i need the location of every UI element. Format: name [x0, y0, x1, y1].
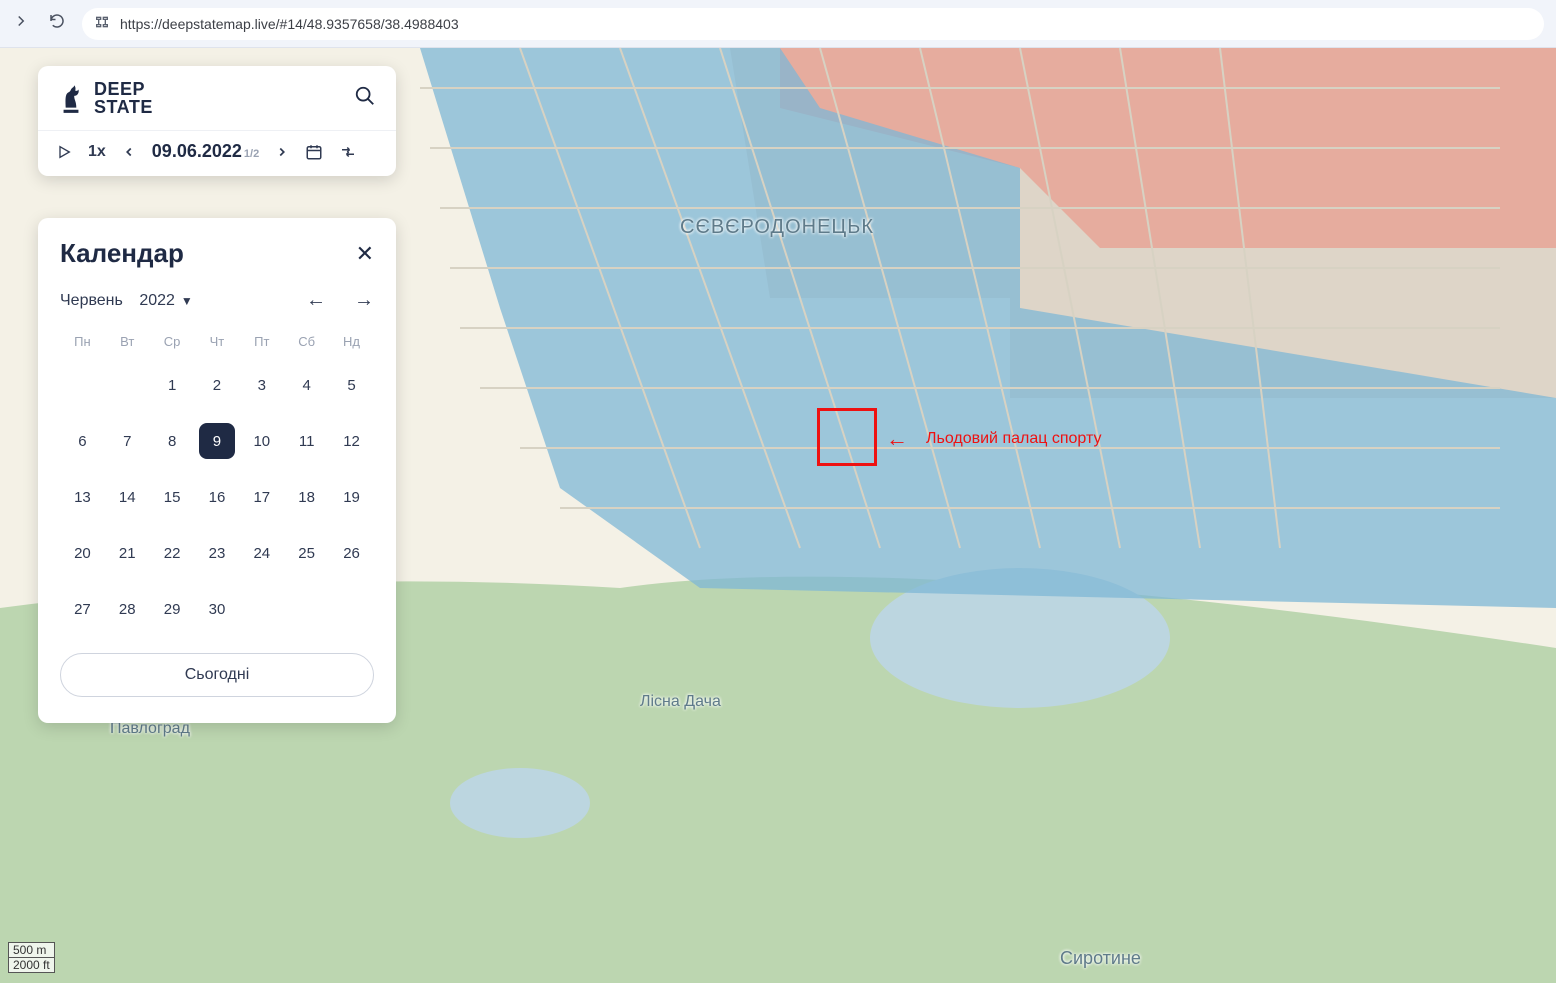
map-label-lisna-dacha: Лісна Дача [640, 693, 721, 711]
calendar-day[interactable]: 2 [195, 357, 240, 413]
playback-speed[interactable]: 1x [88, 143, 106, 161]
annotation-square [817, 408, 877, 466]
caret-down-icon: ▼ [181, 294, 193, 308]
forward-icon[interactable] [12, 12, 30, 35]
map-viewport[interactable]: СЄВЄРОДОНЕЦЬК Павлоград Лісна Дача Сирот… [0, 48, 1556, 983]
reload-icon[interactable] [48, 12, 66, 35]
toolbar-card: DEEP STATE 1x 09.06.20221/2 [38, 66, 396, 176]
current-date[interactable]: 09.06.20221/2 [152, 141, 259, 162]
calendar-title: Календар [60, 238, 184, 269]
weekday-header: Вт [105, 326, 150, 357]
weekday-header: Нд [329, 326, 374, 357]
calendar-day[interactable]: 5 [329, 357, 374, 413]
search-icon[interactable] [354, 85, 376, 112]
calendar-day[interactable]: 14 [105, 469, 150, 525]
weekday-header: Чт [195, 326, 240, 357]
next-date-button[interactable] [275, 145, 289, 159]
compare-button[interactable] [339, 143, 357, 161]
calendar-day[interactable]: 24 [239, 525, 284, 581]
calendar-day[interactable]: 29 [150, 581, 195, 637]
calendar-button[interactable] [305, 143, 323, 161]
map-label-syrotyne: Сиротине [1060, 948, 1141, 969]
today-button[interactable]: Сьогодні [60, 653, 374, 697]
annotation-arrow-icon: ← [886, 426, 908, 452]
url-text: https://deepstatemap.live/#14/48.9357658… [120, 16, 459, 32]
calendar-day[interactable]: 10 [239, 413, 284, 469]
calendar-day[interactable]: 8 [150, 413, 195, 469]
calendar-day[interactable]: 26 [329, 525, 374, 581]
url-bar[interactable]: https://deepstatemap.live/#14/48.9357658… [82, 8, 1544, 40]
play-button[interactable] [56, 144, 72, 160]
calendar-day[interactable]: 17 [239, 469, 284, 525]
calendar-month: Червень [60, 292, 123, 310]
calendar-day[interactable]: 23 [195, 525, 240, 581]
calendar-day[interactable]: 16 [195, 469, 240, 525]
brand-line1: DEEP [94, 80, 153, 98]
calendar-day[interactable]: 4 [284, 357, 329, 413]
close-icon[interactable]: ✕ [356, 241, 374, 267]
calendar-panel: Календар ✕ Червень 2022 ▼ ← → ПнВтСрЧтПт… [38, 218, 396, 723]
calendar-day[interactable]: 30 [195, 581, 240, 637]
calendar-day[interactable]: 7 [105, 413, 150, 469]
scale-metric: 500 m [8, 942, 55, 958]
calendar-day[interactable]: 28 [105, 581, 150, 637]
calendar-day[interactable]: 1 [150, 357, 195, 413]
calendar-day[interactable]: 3 [239, 357, 284, 413]
next-month-button[interactable]: → [354, 289, 374, 312]
scale-imperial: 2000 ft [8, 958, 55, 973]
weekday-header: Пн [60, 326, 105, 357]
prev-date-button[interactable] [122, 145, 136, 159]
month-year-picker[interactable]: Червень 2022 ▼ [60, 292, 193, 310]
site-settings-icon[interactable] [94, 14, 110, 33]
calendar-day[interactable]: 27 [60, 581, 105, 637]
scale-bar: 500 m 2000 ft [8, 942, 55, 973]
calendar-day[interactable]: 11 [284, 413, 329, 469]
calendar-day[interactable]: 9 [195, 413, 240, 469]
calendar-day[interactable]: 6 [60, 413, 105, 469]
calendar-grid: ПнВтСрЧтПтСбНд 1234567891011121314151617… [60, 326, 374, 637]
calendar-year: 2022 [139, 292, 175, 310]
map-label-city: СЄВЄРОДОНЕЦЬК [680, 216, 874, 239]
brand-logo[interactable]: DEEP STATE [58, 80, 153, 116]
calendar-day[interactable]: 18 [284, 469, 329, 525]
chess-knight-icon [58, 81, 84, 115]
calendar-day[interactable]: 21 [105, 525, 150, 581]
calendar-day[interactable]: 15 [150, 469, 195, 525]
weekday-header: Сб [284, 326, 329, 357]
calendar-day[interactable]: 13 [60, 469, 105, 525]
browser-bar: https://deepstatemap.live/#14/48.9357658… [0, 0, 1556, 48]
annotation-text: Льодовий палац спорту [926, 430, 1101, 448]
calendar-day[interactable]: 20 [60, 525, 105, 581]
calendar-day[interactable]: 22 [150, 525, 195, 581]
calendar-day[interactable]: 12 [329, 413, 374, 469]
calendar-day[interactable]: 25 [284, 525, 329, 581]
prev-month-button[interactable]: ← [306, 289, 326, 312]
browser-nav-icons [12, 12, 66, 35]
weekday-header: Ср [150, 326, 195, 357]
brand-line2: STATE [94, 98, 153, 116]
weekday-header: Пт [239, 326, 284, 357]
calendar-day[interactable]: 19 [329, 469, 374, 525]
